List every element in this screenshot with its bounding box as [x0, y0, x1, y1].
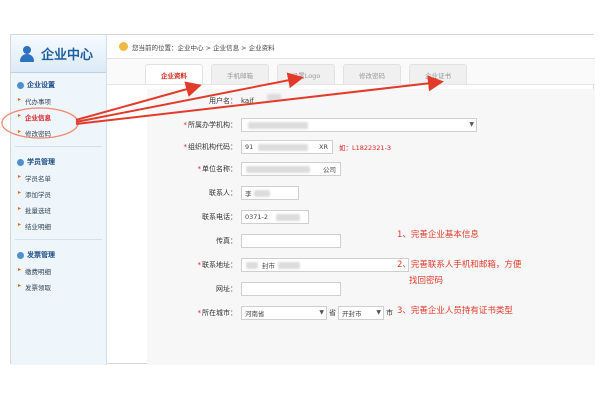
- phone-input[interactable]: 0371-2: [241, 210, 309, 224]
- sidebar-item-change-password[interactable]: 修改密码: [11, 125, 106, 141]
- row-fax: 传真：: [147, 231, 595, 251]
- fax-label: 传真：: [216, 237, 237, 245]
- city-value: 开封市: [342, 310, 362, 318]
- org-code-input[interactable]: 91 XR: [241, 140, 333, 154]
- city-select[interactable]: 开封市 ▼: [338, 306, 384, 320]
- school-select[interactable]: ▼: [241, 118, 477, 132]
- company-form: 用户名： kaif *所属办学机构： ▼ *组织机构代码： 91 XR 如：L1…: [147, 89, 595, 365]
- redacted: [248, 122, 308, 129]
- tip-2-cont: 找回密码: [409, 276, 444, 286]
- section-student-management: 学员管理 学员名单 添加学员 批量选班 结业明细: [11, 150, 106, 236]
- section-company-settings: 企业设置 代办事项 企业信息 修改密码: [11, 73, 106, 143]
- sidebar-item-student-list[interactable]: 学员名单: [11, 170, 106, 186]
- sidebar-item-payment-details[interactable]: 缴费明细: [11, 263, 106, 279]
- tab-bar: 企业资料 手机邮箱 设置Logo 修改密码 企业证书: [107, 59, 595, 85]
- tip-2: 2、完善联系人手机和邮箱，方便: [397, 260, 522, 270]
- redacted: [258, 144, 308, 151]
- row-contact: 联系人： 李: [147, 183, 595, 203]
- province-select[interactable]: 河南省 ▼: [241, 306, 327, 320]
- company-label: *单位名称：: [197, 165, 238, 173]
- row-phone: 联系电话： 0371-2: [147, 207, 595, 227]
- company-name-input[interactable]: 公司: [241, 162, 341, 176]
- redacted: [267, 94, 281, 101]
- section-title[interactable]: 企业设置: [11, 77, 106, 93]
- fax-input[interactable]: [241, 234, 341, 248]
- tip-3: 3、完善企业人员持有证书类型: [397, 306, 513, 316]
- address-value: 封市: [262, 262, 275, 270]
- username-label: 用户名：: [209, 97, 237, 105]
- username-value: kaif: [241, 97, 254, 105]
- sidebar-item-graduation[interactable]: 结业明细: [11, 218, 106, 234]
- people-icon: [17, 158, 24, 166]
- sidebar-title: 企业中心: [41, 48, 94, 63]
- city-label: *所在城市：: [197, 309, 238, 317]
- redacted: [246, 262, 258, 269]
- city-unit: 市: [386, 309, 393, 317]
- app-frame: 企业中心 企业设置 代办事项 企业信息 修改密码 学员管理 学员名单 添加学员 …: [10, 34, 595, 365]
- sidebar-item-batch-class[interactable]: 批量选班: [11, 202, 106, 218]
- user-icon: [19, 45, 35, 62]
- phone-value: 0371-2: [245, 213, 269, 221]
- contact-value: 李: [245, 190, 252, 198]
- school-label: *所属办学机构：: [183, 121, 238, 129]
- tip-1: 1、完善企业基本信息: [397, 230, 479, 240]
- company-suffix: 公司: [323, 166, 336, 174]
- tab-change-password[interactable]: 修改密码: [343, 64, 401, 84]
- section-title[interactable]: 学员管理: [11, 154, 106, 170]
- tab-company-certificate[interactable]: 企业证书: [409, 64, 467, 84]
- org-code-prefix: 91: [245, 143, 254, 151]
- row-school: *所属办学机构： ▼: [147, 115, 595, 135]
- sidebar-item-company-info[interactable]: 企业信息: [11, 109, 106, 125]
- redacted: [276, 214, 300, 221]
- org-code-suffix: XR: [319, 143, 328, 151]
- phone-label: 联系电话：: [202, 213, 237, 221]
- contact-input[interactable]: 李: [241, 186, 299, 200]
- sidebar-item-todo[interactable]: 代办事项: [11, 93, 106, 109]
- redacted: [246, 166, 310, 173]
- sidebar-header: 企业中心: [11, 35, 106, 73]
- website-input[interactable]: [241, 282, 341, 296]
- divider: [15, 239, 102, 240]
- breadcrumb-text: 您当前的位置：企业中心 > 企业信息 > 企业资料: [132, 43, 275, 52]
- redacted: [254, 190, 270, 197]
- row-address: *联系地址： 封市: [147, 255, 595, 275]
- address-label: *联系地址：: [197, 261, 238, 269]
- row-city: *所在城市： 河南省 ▼ 省 开封市 ▼ 市: [147, 303, 595, 323]
- breadcrumb: 您当前的位置：企业中心 > 企业信息 > 企业资料: [107, 35, 595, 59]
- gear-icon: [17, 81, 24, 89]
- section-invoice-management: 发票管理 缴费明细 发票领取: [11, 243, 106, 297]
- row-org-code: *组织机构代码： 91 XR 如：L1822321-3: [147, 137, 595, 157]
- sidebar-item-invoice-pickup[interactable]: 发票领取: [11, 279, 106, 295]
- sidebar: 企业中心 企业设置 代办事项 企业信息 修改密码 学员管理 学员名单 添加学员 …: [11, 35, 107, 365]
- province-unit: 省: [329, 309, 336, 317]
- main-content: 您当前的位置：企业中心 > 企业信息 > 企业资料 企业资料 手机邮箱 设置Lo…: [107, 35, 595, 365]
- address-input[interactable]: 封市: [241, 258, 409, 272]
- row-company-name: *单位名称： 公司: [147, 159, 595, 179]
- invoice-icon: [17, 251, 24, 259]
- tab-set-logo[interactable]: 设置Logo: [277, 64, 335, 84]
- chevron-down-icon: ▼: [376, 309, 381, 316]
- chevron-down-icon: ▼: [319, 309, 324, 316]
- province-value: 河南省: [245, 310, 265, 318]
- website-label: 网址：: [216, 285, 237, 293]
- org-code-label: *组织机构代码：: [183, 143, 238, 151]
- row-website: 网址：: [147, 279, 595, 299]
- contact-label: 联系人：: [209, 189, 237, 197]
- location-icon: [119, 42, 128, 51]
- row-username: 用户名： kaif: [147, 91, 595, 111]
- org-code-hint: 如：L1822321-3: [339, 144, 392, 152]
- redacted: [278, 262, 300, 269]
- tab-phone-email[interactable]: 手机邮箱: [211, 64, 269, 84]
- tab-company-profile[interactable]: 企业资料: [145, 64, 203, 84]
- section-title[interactable]: 发票管理: [11, 247, 106, 263]
- chevron-down-icon: ▼: [469, 121, 474, 128]
- divider: [15, 146, 102, 147]
- sidebar-item-add-student[interactable]: 添加学员: [11, 186, 106, 202]
